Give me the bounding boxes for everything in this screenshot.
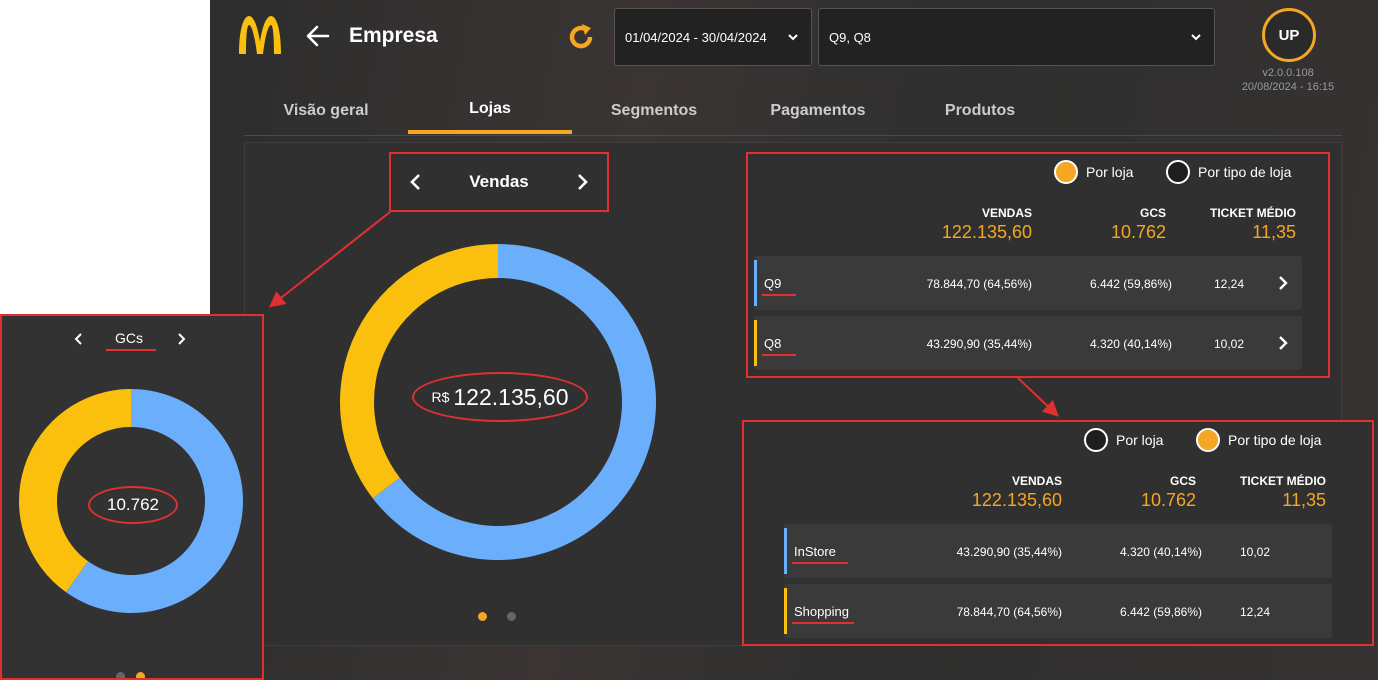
total-value: 10.762: [1110, 222, 1166, 242]
radio-label: Por loja: [1116, 432, 1164, 448]
radio-selected-icon: [1054, 160, 1078, 184]
store-type-name: InStore: [794, 544, 836, 559]
series-color-bar: [784, 528, 787, 574]
gcs-cell: 6.442 (59,86%): [1119, 605, 1202, 619]
metric-navigator: Vendas: [389, 152, 609, 212]
ticket-cell: 10,02: [1239, 545, 1270, 559]
radio-por-tipo[interactable]: Por tipo de loja: [1196, 428, 1321, 452]
label-underline: [762, 294, 796, 296]
ticket-cell: 12,24: [1213, 277, 1244, 291]
sales-cell: 78.844,70 (64,56%): [956, 605, 1062, 619]
tab-produtos[interactable]: Produtos: [910, 88, 1050, 134]
tab-bar: Visão geral Lojas Segmentos Pagamentos P…: [244, 88, 1342, 136]
donut-slice-q8: [339, 244, 498, 499]
radio-label: Por tipo de loja: [1228, 432, 1322, 448]
chevron-left-icon[interactable]: [72, 332, 86, 346]
pager-dot[interactable]: [116, 672, 125, 678]
column-header: GCS: [1169, 474, 1196, 488]
column-header: GCS: [1139, 206, 1166, 220]
column-header: TICKET MÉDIO: [1210, 206, 1296, 220]
back-arrow-icon[interactable]: [304, 22, 332, 50]
stores-table-card: Por loja Por tipo de loja VENDAS 122.135…: [746, 152, 1330, 378]
radio-label: Por loja: [1086, 164, 1134, 180]
total-sales-value: 122.135,60: [453, 383, 569, 410]
total-value: 10.762: [1140, 490, 1196, 510]
gcs-cell: 6.442 (59,86%): [1089, 277, 1172, 291]
total-value: 122.135,60: [971, 490, 1062, 510]
store-types-table-card: Por loja Por tipo de loja VENDAS 122.135…: [742, 420, 1374, 646]
sales-cell: 78.844,70 (64,56%): [926, 277, 1032, 291]
pager-dot-active[interactable]: [136, 672, 145, 678]
store-select-value: Q9, Q8: [829, 29, 871, 45]
gcs-cell: 4.320 (40,14%): [1119, 545, 1202, 559]
donut-center-value: R$ 122.135,60: [412, 372, 588, 422]
chevron-right-icon[interactable]: [1276, 336, 1290, 350]
label-underline: [792, 622, 854, 624]
store-name: Q8: [764, 336, 782, 351]
chevron-down-icon: [788, 34, 798, 41]
table-row[interactable]: Q9 78.844,70 (64,56%) 6.442 (59,86%) 12,…: [754, 256, 1302, 310]
radio-label: Por tipo de loja: [1198, 164, 1292, 180]
user-avatar[interactable]: UP: [1262, 8, 1316, 62]
table-row[interactable]: Q8 43.290,90 (35,44%) 4.320 (40,14%) 10,…: [754, 316, 1302, 370]
store-name: Q9: [764, 276, 782, 291]
page-title: Empresa: [349, 24, 438, 47]
inset-center-value: 10.762: [88, 486, 178, 524]
tab-pagamentos[interactable]: Pagamentos: [748, 88, 888, 134]
currency-label: R$: [431, 389, 450, 405]
tab-segmentos[interactable]: Segmentos: [584, 88, 724, 134]
series-color-bar: [754, 260, 757, 306]
radio-por-loja[interactable]: Por loja: [1054, 160, 1133, 184]
chevron-right-icon[interactable]: [573, 173, 591, 191]
pager-dot[interactable]: [507, 612, 516, 621]
column-header: TICKET MÉDIO: [1240, 474, 1326, 488]
store-type-name: Shopping: [794, 604, 849, 619]
total-value: 122.135,60: [941, 222, 1032, 242]
chevron-left-icon[interactable]: [407, 173, 425, 191]
sales-cell: 43.290,90 (35,44%): [926, 337, 1032, 351]
tab-lojas[interactable]: Lojas: [408, 88, 572, 134]
pager-dot-active[interactable]: [478, 612, 487, 621]
gcs-inset-panel: GCs 10.762: [0, 314, 264, 680]
chevron-right-icon[interactable]: [174, 332, 188, 346]
date-range-value: 01/04/2024 - 30/04/2024: [625, 29, 767, 45]
store-select[interactable]: Q9, Q8: [818, 8, 1215, 66]
sales-cell: 43.290,90 (35,44%): [956, 545, 1062, 559]
header-gcs: GCS 10.762: [1078, 474, 1196, 511]
radio-por-tipo[interactable]: Por tipo de loja: [1166, 160, 1291, 184]
header-vendas: VENDAS 122.135,60: [898, 206, 1032, 243]
radio-unselected-icon: [1166, 160, 1190, 184]
chevron-right-icon[interactable]: [1276, 276, 1290, 290]
radio-selected-icon: [1196, 428, 1220, 452]
total-value: 11,35: [1282, 490, 1326, 510]
label-underline: [792, 562, 848, 564]
series-color-bar: [754, 320, 757, 366]
label-underline: [762, 354, 796, 356]
refresh-icon[interactable]: [566, 22, 596, 52]
mcdonalds-logo: [239, 16, 281, 54]
header-ticket: TICKET MÉDIO 11,35: [1208, 474, 1326, 511]
inset-metric-label: GCs: [115, 330, 143, 346]
gcs-cell: 4.320 (40,14%): [1089, 337, 1172, 351]
tab-visao-geral[interactable]: Visão geral: [256, 88, 396, 134]
table-row[interactable]: Shopping 78.844,70 (64,56%) 6.442 (59,86…: [784, 584, 1332, 638]
label-underline: [106, 349, 156, 351]
ticket-cell: 10,02: [1213, 337, 1244, 351]
date-range-select[interactable]: 01/04/2024 - 30/04/2024: [614, 8, 812, 66]
series-color-bar: [784, 588, 787, 634]
header-ticket: TICKET MÉDIO 11,35: [1178, 206, 1296, 243]
chevron-down-icon: [1191, 34, 1201, 41]
radio-unselected-icon: [1084, 428, 1108, 452]
header-gcs: GCS 10.762: [1048, 206, 1166, 243]
header-vendas: VENDAS 122.135,60: [928, 474, 1062, 511]
total-value: 11,35: [1252, 222, 1296, 242]
column-header: VENDAS: [1011, 474, 1062, 488]
metric-label: Vendas: [469, 172, 529, 191]
table-row[interactable]: InStore 43.290,90 (35,44%) 4.320 (40,14%…: [784, 524, 1332, 578]
version-label: v2.0.0.108: [1262, 67, 1314, 79]
ticket-cell: 12,24: [1239, 605, 1270, 619]
column-header: VENDAS: [981, 206, 1032, 220]
radio-por-loja[interactable]: Por loja: [1084, 428, 1163, 452]
